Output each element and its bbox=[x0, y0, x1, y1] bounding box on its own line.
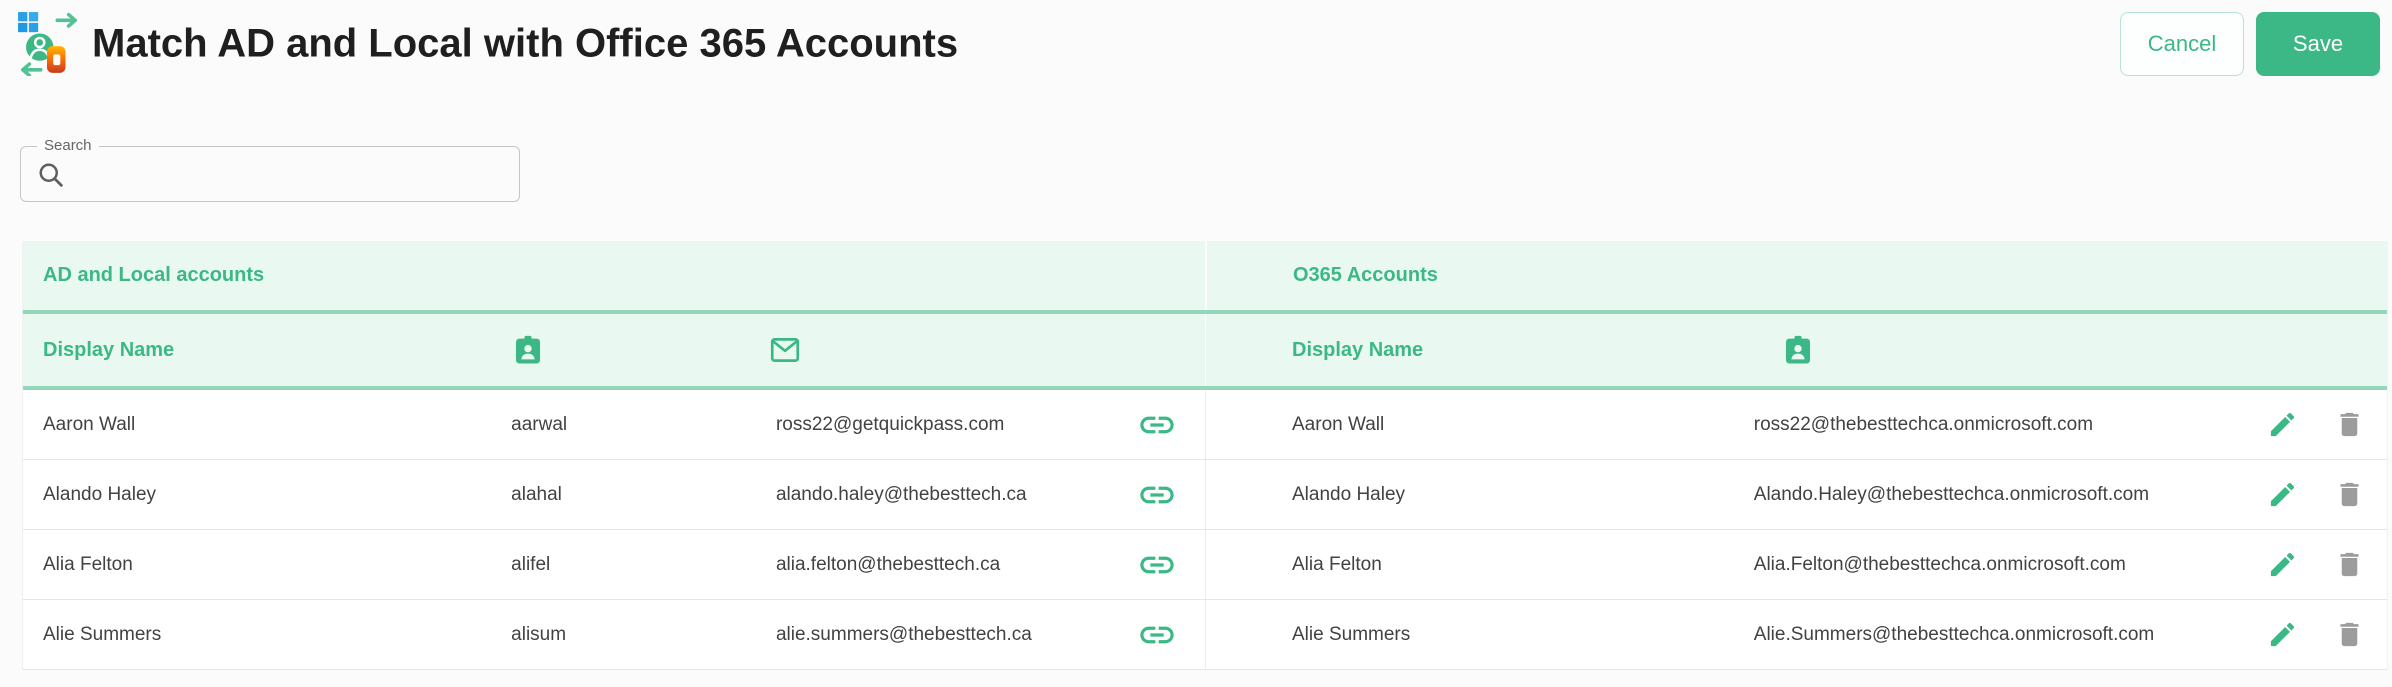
o365-email: Alie.Summers@thebesttechca.onmicrosoft.c… bbox=[1753, 623, 2155, 645]
link-icon[interactable] bbox=[1137, 405, 1177, 445]
local-email: alia.felton@thebesttech.ca bbox=[775, 553, 1001, 575]
arrow-right-icon bbox=[55, 12, 78, 28]
mail-icon bbox=[770, 338, 800, 362]
column-header-o365-display-name: Display Name bbox=[1292, 338, 1424, 361]
o365-email: Alia.Felton@thebesttechca.onmicrosoft.co… bbox=[1753, 553, 2126, 575]
local-display-name: Alia Felton bbox=[43, 553, 133, 575]
trash-icon[interactable] bbox=[2334, 549, 2365, 580]
table-row: Alia Felton alifel alia.felton@thebestte… bbox=[23, 530, 2387, 600]
accounts-match-table: AD and Local accounts O365 Accounts Disp… bbox=[22, 241, 2388, 670]
badge-icon bbox=[1786, 335, 1811, 364]
table-row: Aaron Wall aarwal ross22@getquickpass.co… bbox=[23, 390, 2387, 460]
link-icon[interactable] bbox=[1137, 475, 1177, 515]
trash-icon[interactable] bbox=[2334, 619, 2365, 650]
edit-pencil-icon[interactable] bbox=[2267, 549, 2298, 580]
trash-icon[interactable] bbox=[2334, 409, 2365, 440]
section-ad-local: AD and Local accounts bbox=[23, 241, 1205, 310]
windows-logo-icon bbox=[18, 12, 39, 33]
column-header-local-display-name: Display Name bbox=[43, 338, 175, 361]
local-email: alando.haley@thebesttech.ca bbox=[775, 483, 1027, 505]
trash-icon[interactable] bbox=[2334, 479, 2365, 510]
badge-icon bbox=[516, 335, 541, 364]
local-display-name: Aaron Wall bbox=[43, 413, 136, 435]
arrow-left-icon bbox=[20, 62, 43, 76]
link-icon[interactable] bbox=[1137, 615, 1177, 655]
section-title-row: AD and Local accounts O365 Accounts bbox=[23, 241, 2387, 314]
edit-pencil-icon[interactable] bbox=[2267, 479, 2298, 510]
ad-local-o365-sync-icon bbox=[18, 12, 78, 76]
local-email: ross22@getquickpass.com bbox=[775, 413, 1005, 435]
section-o365: O365 Accounts bbox=[1205, 241, 2387, 310]
local-username: alahal bbox=[511, 483, 562, 505]
local-display-name: Alando Haley bbox=[43, 483, 157, 505]
o365-email: Alando.Haley@thebesttechca.onmicrosoft.c… bbox=[1753, 483, 2150, 505]
o365-email: ross22@thebesttechca.onmicrosoft.com bbox=[1753, 413, 2094, 435]
local-username: alisum bbox=[511, 623, 567, 645]
top-bar: Match AD and Local with Office 365 Accou… bbox=[0, 0, 2392, 88]
local-username: alifel bbox=[511, 553, 551, 575]
search-field[interactable]: Search bbox=[20, 137, 520, 202]
edit-pencil-icon[interactable] bbox=[2267, 619, 2298, 650]
search-input[interactable] bbox=[77, 151, 511, 197]
o365-display-name: Alando Haley bbox=[1292, 483, 1406, 505]
link-icon[interactable] bbox=[1137, 545, 1177, 585]
cancel-button[interactable]: Cancel bbox=[2120, 12, 2244, 76]
section-title-ad-local: AD and Local accounts bbox=[43, 264, 265, 286]
o365-display-name: Aaron Wall bbox=[1292, 413, 1385, 435]
o365-display-name: Alia Felton bbox=[1292, 553, 1382, 575]
local-username: aarwal bbox=[511, 413, 568, 435]
section-title-o365: O365 Accounts bbox=[1293, 264, 1438, 286]
page-title: Match AD and Local with Office 365 Accou… bbox=[92, 21, 959, 66]
office-logo-icon bbox=[46, 46, 66, 73]
local-email: alie.summers@thebesttech.ca bbox=[775, 623, 1032, 645]
topbar-actions: Cancel Save bbox=[2120, 12, 2380, 76]
save-button[interactable]: Save bbox=[2256, 12, 2380, 76]
o365-display-name: Alie Summers bbox=[1292, 623, 1411, 645]
column-header-row: Display Name Display Name bbox=[23, 314, 2387, 390]
local-display-name: Alie Summers bbox=[43, 623, 162, 645]
table-row: Alie Summers alisum alie.summers@thebest… bbox=[23, 600, 2387, 670]
table-body: Aaron Wall aarwal ross22@getquickpass.co… bbox=[23, 390, 2387, 670]
search-icon bbox=[39, 163, 63, 187]
table-row: Alando Haley alahal alando.haley@thebest… bbox=[23, 460, 2387, 530]
edit-pencil-icon[interactable] bbox=[2267, 409, 2298, 440]
